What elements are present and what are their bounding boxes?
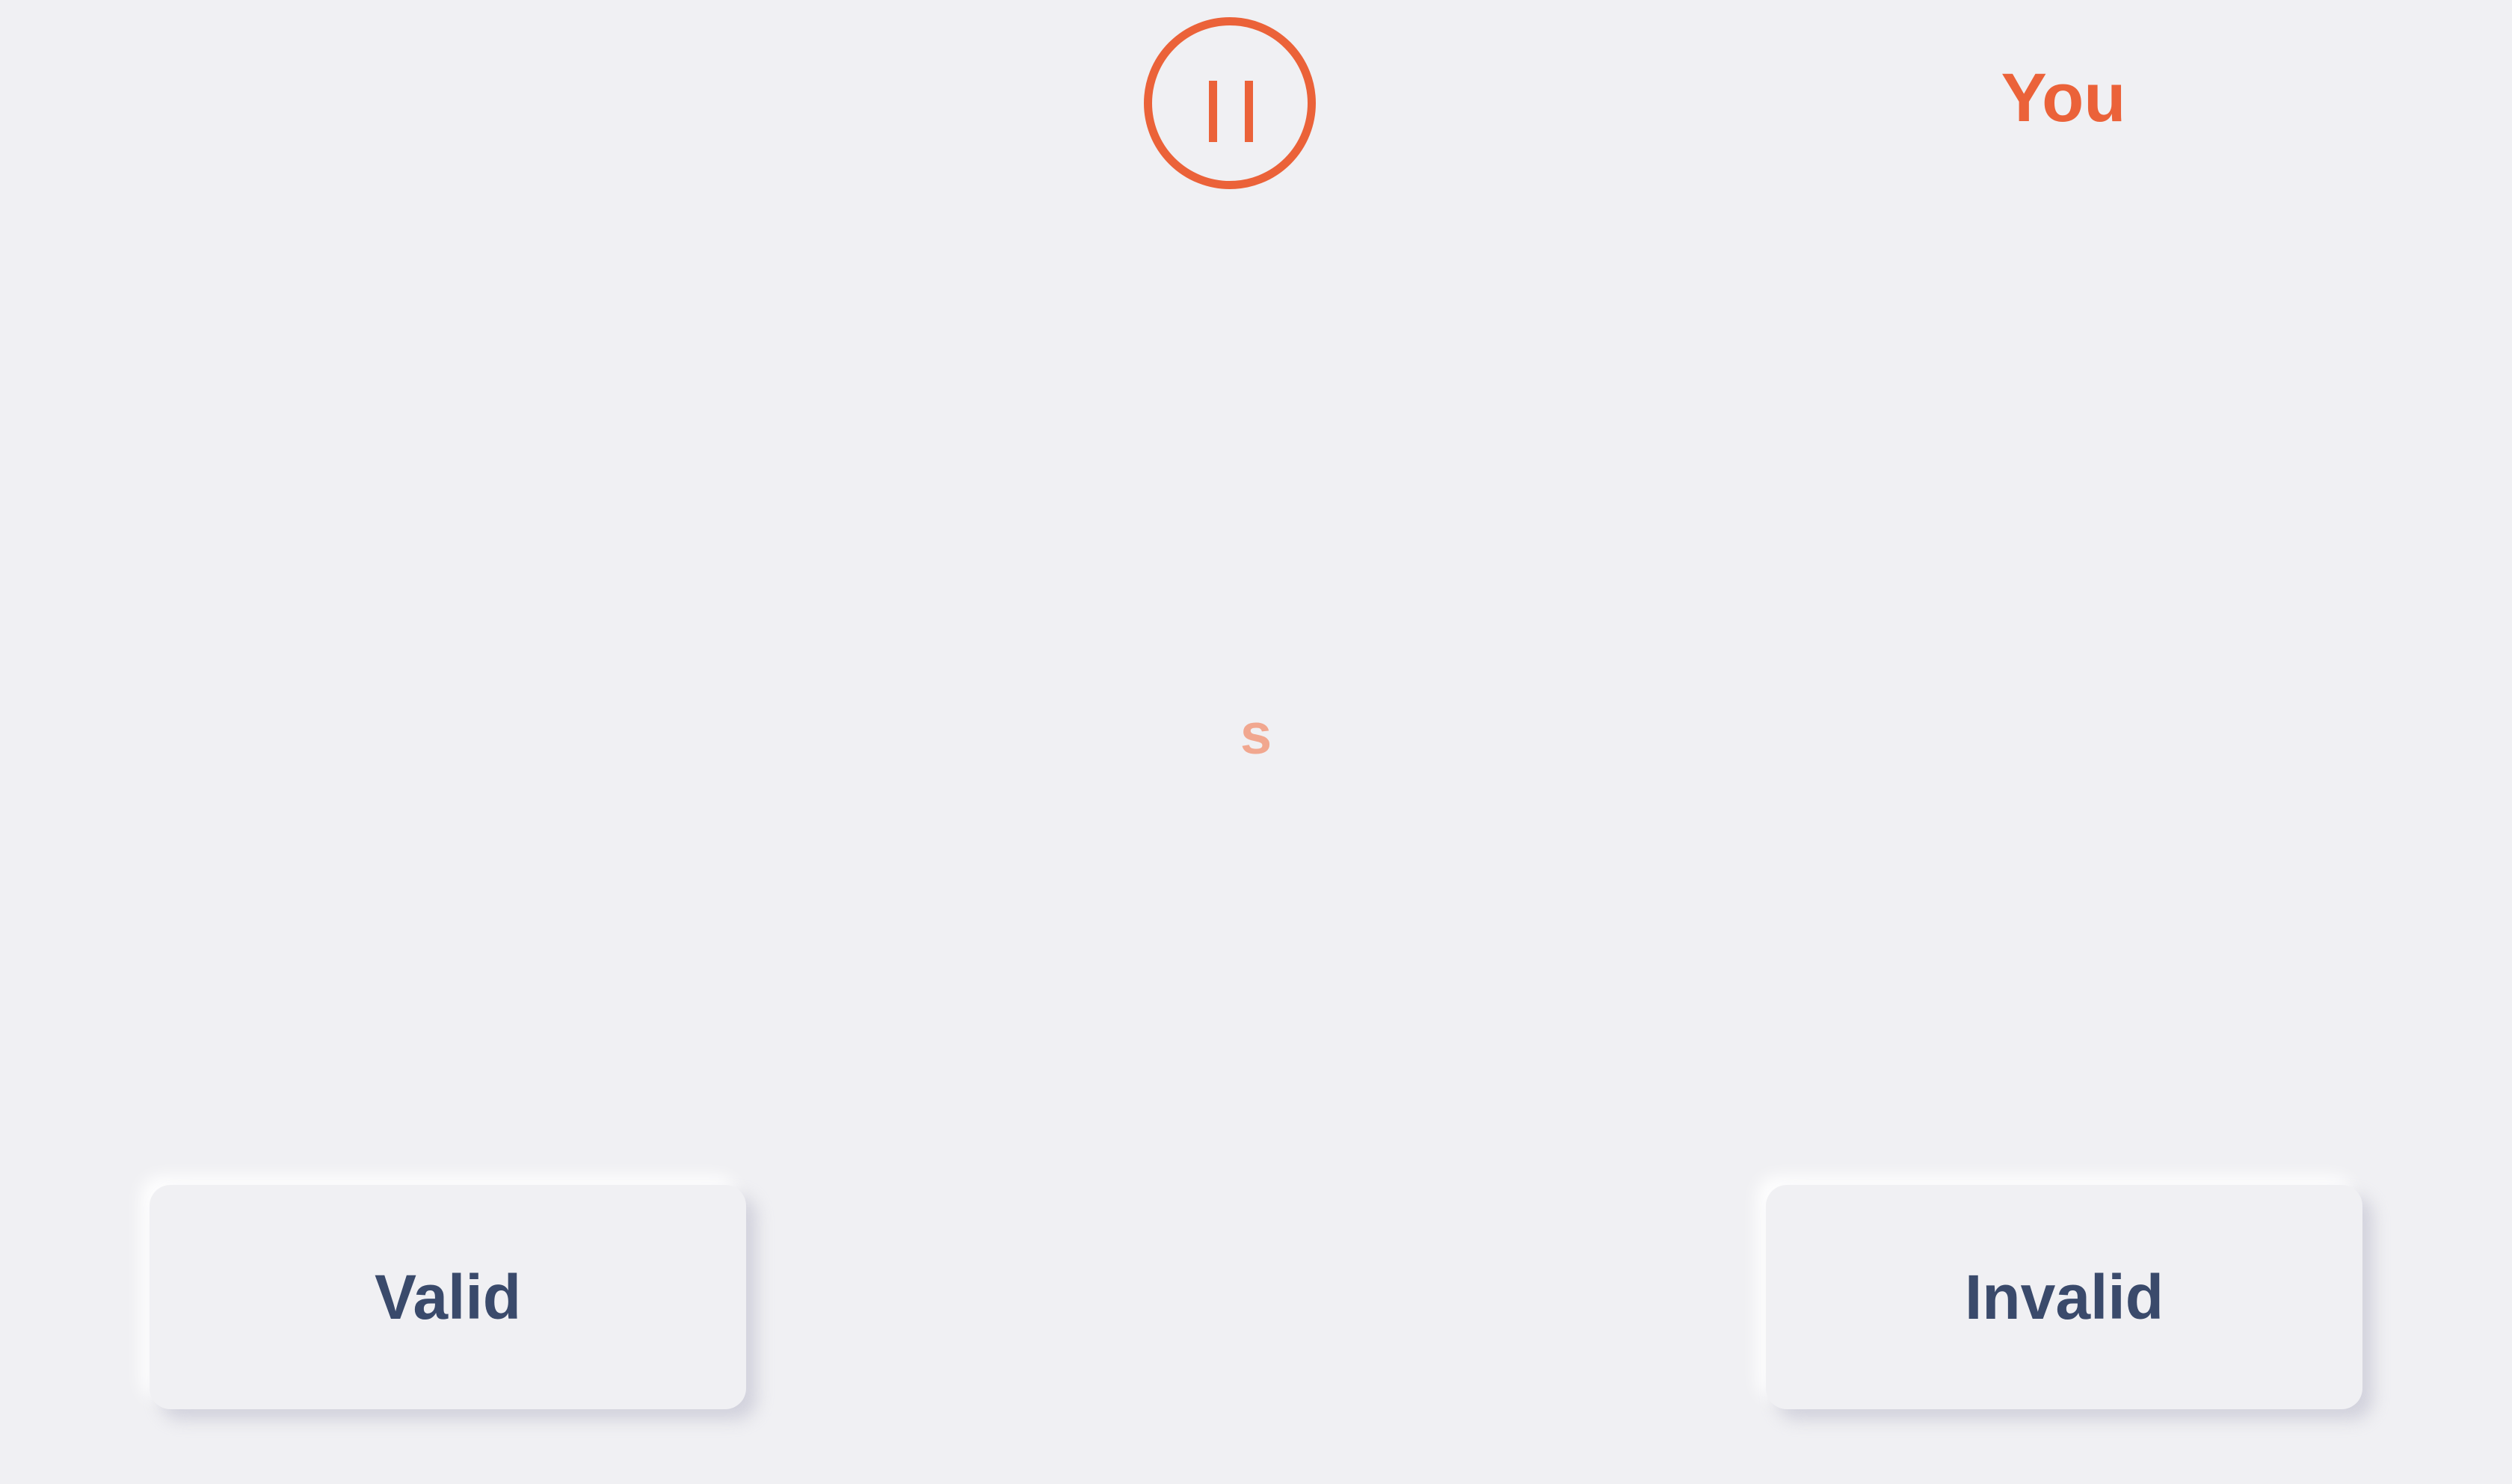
pause-icon-bar-right [1245,81,1253,142]
pause-button[interactable] [1144,17,1316,189]
invalid-button[interactable]: Invalid [1766,1185,2362,1409]
prompt-letter: s [1240,703,1272,766]
pause-icon-bar-left [1209,81,1217,142]
player-label: You [2001,60,2126,136]
valid-button[interactable]: Valid [150,1185,746,1409]
